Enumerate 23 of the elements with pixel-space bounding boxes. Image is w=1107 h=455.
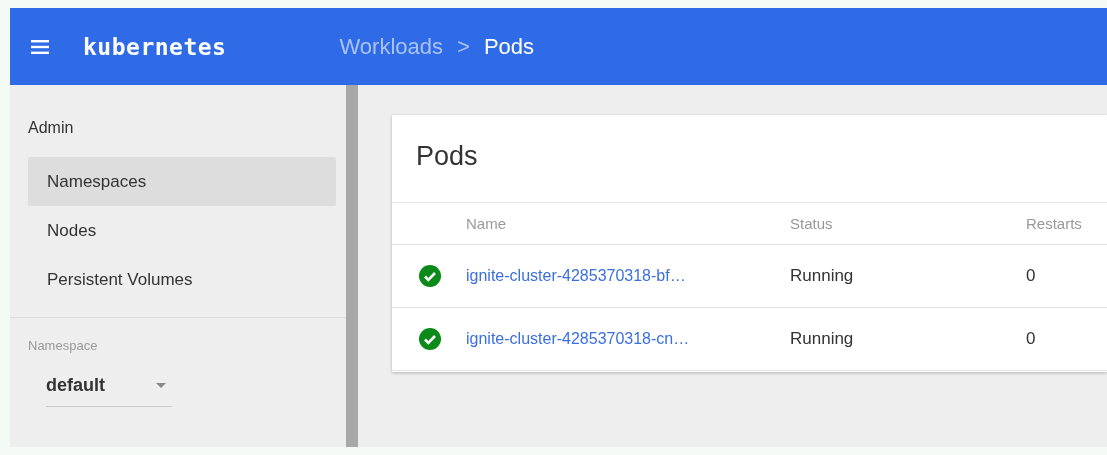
namespace-label: Namespace	[28, 338, 99, 353]
sidebar-item[interactable]: Namespaces	[28, 157, 336, 206]
section-title: Admin	[28, 119, 75, 137]
table-cell-text: Running	[790, 266, 855, 286]
column-header: Name	[466, 215, 507, 232]
sidebar-item[interactable]: Nodes	[28, 206, 336, 255]
breadcrumb-separator: >	[457, 33, 470, 60]
table-cell-text: Running	[790, 329, 855, 349]
sidebar-item[interactable]: Persistent Volumes	[28, 255, 336, 304]
pod-name-link[interactable]: ignite-cluster-4285370318-cn…	[466, 330, 790, 348]
menu-icon[interactable]	[31, 39, 49, 54]
table-cell: 0	[1026, 266, 1036, 286]
caret-icon	[156, 383, 166, 388]
app-logo[interactable]: kubernetes	[83, 33, 227, 60]
scrollbar[interactable]	[346, 85, 358, 447]
column-header: Status	[790, 215, 834, 232]
namespace-select[interactable]: default	[46, 375, 172, 407]
check-circle-icon	[419, 265, 441, 287]
card-title: Pods	[392, 115, 1107, 203]
column-header: Restarts	[1026, 215, 1082, 232]
check-circle-icon	[419, 328, 441, 350]
pod-name-link[interactable]: ignite-cluster-4285370318-bf…	[466, 267, 790, 285]
table-cell: 0	[1026, 329, 1036, 349]
